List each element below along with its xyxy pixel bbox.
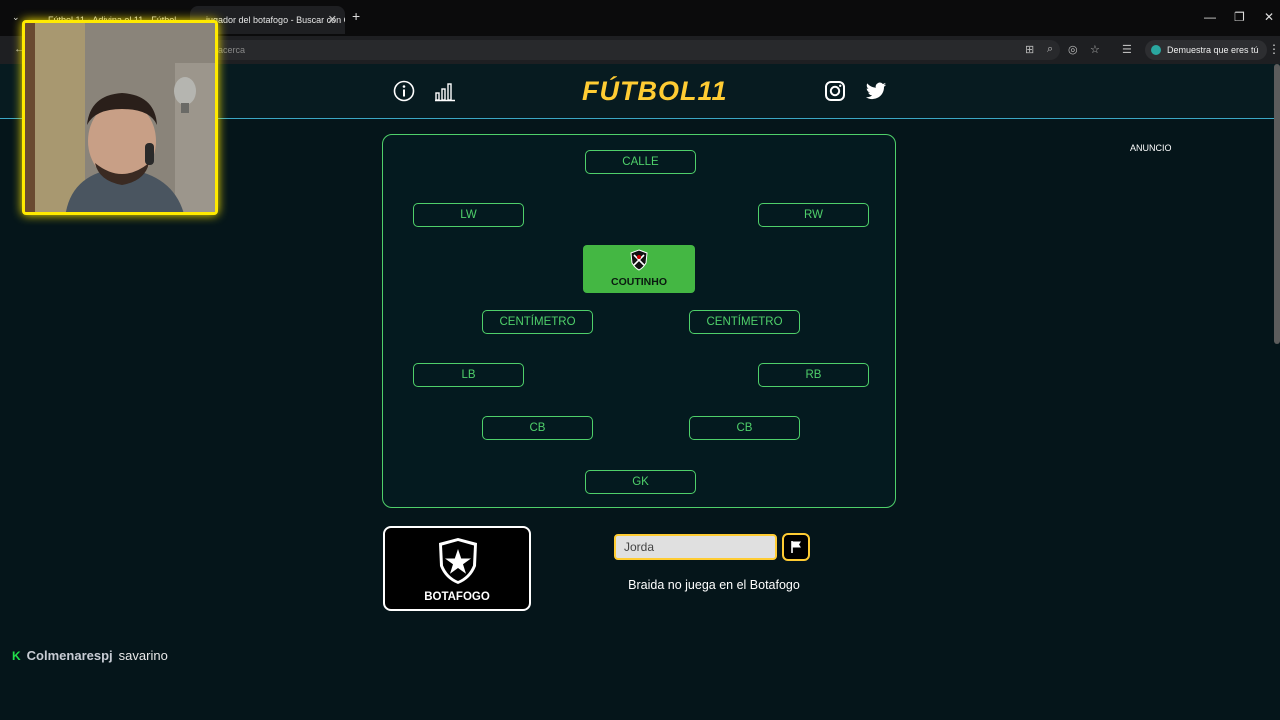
slot-cam-filled[interactable]: COUTINHO (583, 245, 695, 293)
bookmark-star-icon[interactable]: ☆ (1090, 43, 1100, 56)
tab-title: jugador del botafogo - Buscar con Google (206, 15, 345, 25)
slot-st[interactable]: CALLE (585, 150, 696, 174)
eye-off-icon[interactable]: ◎ (1068, 43, 1078, 56)
player-guess-input[interactable] (614, 534, 777, 560)
chat-username: Colmenarespj (26, 648, 113, 663)
logo-number: 11 (697, 76, 728, 106)
browser-menu-icon[interactable]: ⋮ (1268, 42, 1280, 56)
formation-pitch (382, 134, 896, 508)
profile-chip[interactable]: Demuestra que eres tú (1145, 40, 1267, 60)
close-window-icon[interactable]: ✕ (1264, 10, 1274, 24)
minimize-icon[interactable]: — (1204, 10, 1216, 24)
vasco-crest-icon (630, 249, 648, 271)
filled-player-name: COUTINHO (611, 276, 667, 288)
ad-label: ANUNCIO (1130, 143, 1172, 153)
close-tab-icon[interactable]: ✕ (328, 6, 337, 34)
page-scrollbar[interactable] (1274, 64, 1280, 344)
chat-text: savarino (118, 648, 168, 663)
team-card: BOTAFOGO (383, 526, 531, 611)
site-logo[interactable]: FÚTBOL11 (582, 76, 728, 107)
logo-text: FÚTBOL (582, 76, 698, 106)
reading-list-icon[interactable]: ☰ (1122, 43, 1132, 56)
restore-icon[interactable]: ❐ (1234, 10, 1245, 24)
twitter-icon[interactable] (865, 80, 887, 102)
slot-cm-left[interactable]: CENTÍMETRO (482, 310, 593, 334)
instagram-icon[interactable] (824, 80, 846, 102)
slot-cb-left[interactable]: CB (482, 416, 593, 440)
slot-gk[interactable]: GK (585, 470, 696, 494)
stats-icon[interactable] (434, 80, 456, 102)
zoom-icon[interactable]: ⌕ (1047, 43, 1053, 56)
slot-lb[interactable]: LB (413, 363, 524, 387)
slot-rw[interactable]: RW (758, 203, 869, 227)
address-input[interactable]: acerca (210, 40, 1060, 60)
streamer-camera-image (25, 23, 215, 212)
new-tab-icon[interactable]: + (352, 8, 360, 24)
translate-icon[interactable]: ⊞ (1025, 43, 1034, 56)
botafogo-crest-icon (439, 538, 477, 584)
info-icon[interactable] (393, 80, 415, 102)
webcam-overlay (22, 20, 218, 215)
profile-label: Demuestra que eres tú (1167, 45, 1259, 55)
flag-icon (791, 541, 801, 553)
slot-cb-right[interactable]: CB (689, 416, 800, 440)
chat-badge-icon: K (12, 649, 21, 663)
guess-feedback-message: Braida no juega en el Botafogo (628, 578, 800, 592)
team-name: BOTAFOGO (424, 591, 490, 603)
address-text: acerca (218, 45, 246, 55)
slot-rb[interactable]: RB (758, 363, 869, 387)
profile-avatar-icon (1151, 45, 1161, 55)
slot-cm-right[interactable]: CENTÍMETRO (689, 310, 800, 334)
slot-lw[interactable]: LW (413, 203, 524, 227)
stream-chat-message: K Colmenarespj savarino (12, 648, 168, 663)
give-up-button[interactable] (782, 533, 810, 561)
tab-list-icon[interactable]: ⌄ (12, 12, 20, 23)
